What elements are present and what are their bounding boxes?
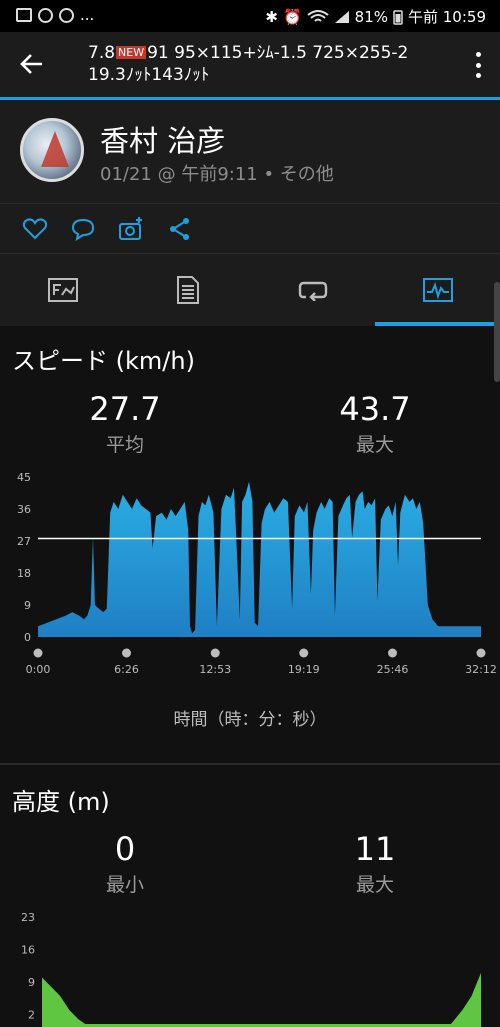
speed-x-axis-label: 時間（時：分：秒）	[173, 710, 327, 730]
overview-icon	[47, 278, 78, 302]
image-icon	[16, 8, 32, 22]
battery-percent: 81%	[354, 7, 388, 26]
title-line-2: 19.3ﾉｯﾄ143ﾉｯﾄ	[88, 65, 210, 85]
activity-title: 7.8 NEW 91 95×115+ｼﾑ-1.5 725×255-2 19.3ﾉｯﾄ…	[88, 42, 428, 86]
y-tick-label: 23	[21, 911, 35, 924]
tab-charts[interactable]	[375, 254, 500, 326]
details-icon	[176, 276, 199, 304]
x-tick-dot	[33, 648, 43, 658]
x-tick-label: 19:19	[288, 663, 320, 676]
activity-meta: 01/21 @ 午前9:11 • その他	[100, 164, 334, 185]
status-time: 午前 10:59	[408, 8, 486, 26]
status-left: ...	[16, 6, 94, 24]
alarm-icon: ⏰	[282, 7, 302, 26]
wifi-icon	[307, 9, 329, 22]
elevation-min-value: 0	[114, 830, 136, 868]
elevation-max-value: 11	[354, 830, 396, 868]
x-tick-label: 6:26	[114, 663, 139, 676]
title-prefix: 7.8	[88, 43, 116, 63]
y-tick-label: 36	[17, 503, 31, 516]
y-tick-label: 9	[28, 976, 35, 989]
x-tick-dot	[387, 648, 397, 658]
x-tick-dot	[122, 648, 132, 658]
detail-tabs	[0, 254, 500, 326]
elevation-area	[42, 972, 481, 1027]
comment-icon[interactable]	[70, 216, 96, 242]
elevation-min-label: 最小	[105, 874, 144, 896]
x-tick-label: 12:53	[199, 663, 231, 676]
elevation-max-stat: 11 最大	[295, 830, 455, 897]
elevation-section-title: 高度 (m)	[12, 788, 110, 816]
add-photo-icon[interactable]	[118, 216, 144, 242]
y-tick-label: 16	[21, 944, 35, 957]
speed-max-value: 43.7	[339, 390, 411, 428]
section-divider	[0, 763, 500, 765]
scroll-handle[interactable]	[494, 282, 500, 382]
y-tick-label: 27	[17, 535, 31, 548]
speed-max-stat: 43.7 最大	[295, 390, 455, 457]
speed-avg-label: 平均	[105, 434, 144, 456]
y-tick-label: 2	[28, 1009, 35, 1022]
elevation-min-stat: 0 最小	[45, 830, 205, 897]
action-bar	[0, 204, 500, 254]
y-tick-label: 9	[24, 599, 31, 612]
active-tab-indicator	[375, 322, 500, 326]
speed-chart: 0 9 18 27 36 45 0:00 6:26 12:53 19:19 25:46 32:12	[17, 471, 497, 676]
x-tick-label: 0:00	[26, 663, 51, 676]
tab-overview[interactable]	[0, 254, 125, 326]
like-icon[interactable]	[22, 216, 48, 242]
x-tick-dot	[476, 648, 486, 658]
tab-details[interactable]	[125, 254, 250, 326]
new-badge: NEW	[116, 46, 147, 59]
elevation-max-label: 最大	[355, 874, 394, 896]
sync-icon	[38, 7, 53, 23]
x-tick-label: 32:12	[465, 663, 497, 676]
elevation-chart: 2 9 16 23	[21, 911, 481, 1027]
speed-avg-value: 27.7	[89, 390, 161, 428]
x-tick-dot	[210, 648, 220, 658]
avatar[interactable]	[20, 118, 84, 182]
overflow-menu-button[interactable]	[474, 52, 482, 78]
title-line-1: 7.8 NEW 91 95×115+ｼﾑ-1.5 725×255-2	[88, 42, 428, 64]
speed-section-title: スピード (km/h)	[12, 347, 195, 375]
y-tick-label: 18	[17, 567, 31, 580]
speed-max-label: 最大	[355, 434, 394, 456]
x-tick-dot	[299, 648, 309, 658]
title-suffix: 91 95×115+ｼﾑ-1.5 725×255-2	[147, 43, 409, 63]
y-tick-label: 0	[24, 631, 31, 644]
x-tick-label: 25:46	[377, 663, 409, 676]
speed-avg-stat: 27.7 平均	[45, 390, 205, 457]
status-right: ✱ ⏰ 81% 午前 10:59	[265, 6, 486, 27]
laps-icon	[298, 281, 327, 301]
more-icon: ...	[80, 6, 95, 24]
back-arrow-icon	[20, 54, 42, 74]
tab-laps[interactable]	[250, 254, 375, 326]
charts-icon	[422, 278, 453, 302]
status-bar: ... ✱ ⏰ 81% 午前 10:59	[0, 0, 500, 32]
app-toolbar: 7.8 NEW 91 95×115+ｼﾑ-1.5 725×255-2 19.3ﾉｯﾄ…	[0, 32, 500, 98]
share-icon[interactable]	[167, 216, 193, 242]
bluetooth-icon: ✱	[265, 7, 278, 26]
user-name[interactable]: 香村 治彦	[100, 118, 225, 160]
y-tick-label: 45	[17, 471, 31, 484]
back-button[interactable]	[18, 50, 50, 82]
profile-header: 香村 治彦 01/21 @ 午前9:11 • その他	[0, 100, 500, 204]
sync-icon	[59, 7, 74, 23]
signal-icon	[334, 10, 349, 23]
battery-icon	[393, 9, 403, 25]
speed-area	[38, 481, 481, 637]
